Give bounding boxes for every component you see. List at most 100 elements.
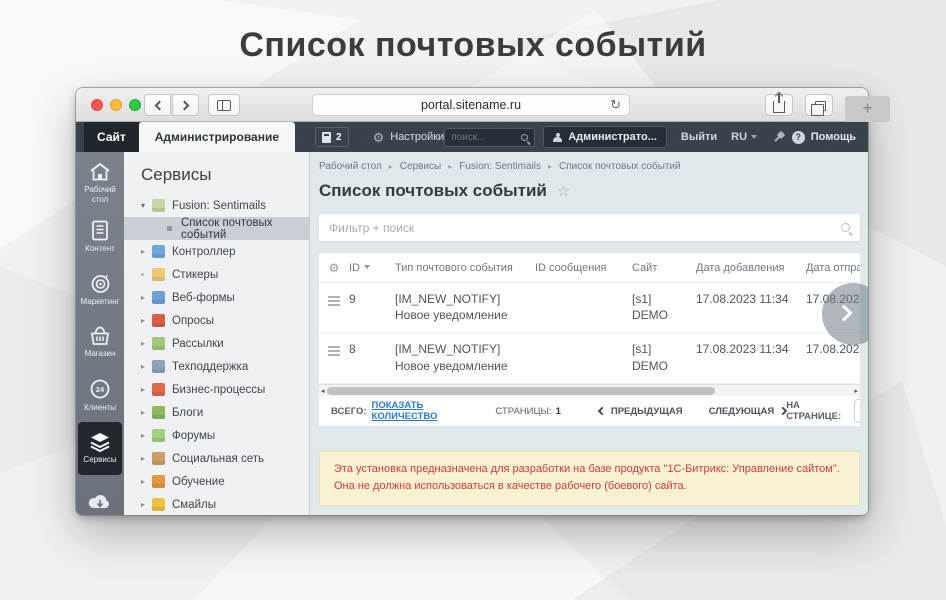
collapse-arrow-icon[interactable]: ▸ <box>141 362 152 371</box>
cell-id: 8 <box>349 341 395 357</box>
screenshot-headline: Список почтовых событий <box>0 26 946 65</box>
notifications-button[interactable]: 2 <box>315 127 349 147</box>
filter-search-input[interactable] <box>329 221 841 235</box>
column-header-message-id[interactable]: ID сообщения <box>535 262 632 274</box>
settings-button[interactable]: ⚙ Настройки <box>373 131 445 144</box>
collapse-arrow-icon[interactable]: ▸ <box>141 247 152 256</box>
browser-tabs-button[interactable] <box>805 94 833 116</box>
rail-item-marketing[interactable]: Маркетинг <box>78 263 122 316</box>
column-header-id[interactable]: ID <box>349 262 395 274</box>
horizontal-scrollbar[interactable]: ◂ ▸ <box>319 384 860 396</box>
rail-item-desktop[interactable]: Рабочий стол <box>78 157 122 210</box>
cell-site: [s1]DEMO <box>632 341 696 373</box>
bizproc-icon <box>152 383 165 396</box>
menu-item-stickers[interactable]: ▪ Стикеры <box>124 263 309 286</box>
filter-search-box[interactable] <box>319 214 860 241</box>
rail-item-label: Сервисы <box>83 455 116 465</box>
rail-item-label: Рабочий стол <box>78 185 122 204</box>
collapse-arrow-icon[interactable]: ▸ <box>141 477 152 486</box>
tab-site[interactable]: Сайт <box>84 122 139 152</box>
reload-icon[interactable]: ↻ <box>610 97 621 113</box>
cell-type: [IM_NEW_NOTIFY] Новое уведомление <box>395 291 535 323</box>
support-icon <box>152 360 165 373</box>
menu-item-smiles[interactable]: ▸ Смайлы <box>124 493 309 515</box>
browser-sidebar-button[interactable] <box>208 94 240 116</box>
menu-item-webforms[interactable]: ▸ Веб-формы <box>124 286 309 309</box>
show-count-link[interactable]: ПОКАЗАТЬ КОЛИЧЕСТВО <box>372 400 438 422</box>
scroll-left-icon[interactable]: ◂ <box>321 387 325 395</box>
per-page-select[interactable]: 20 <box>854 399 860 423</box>
menu-title: Сервисы <box>124 152 309 194</box>
rail-item-marketplace[interactable] <box>78 475 122 515</box>
pin-icon[interactable] <box>773 131 776 143</box>
collapse-arrow-icon[interactable]: ▸ <box>141 316 152 325</box>
logout-button[interactable]: Выйти <box>681 131 717 143</box>
collapse-arrow-icon[interactable]: ▸ <box>141 431 152 440</box>
breadcrumb-link[interactable]: Список почтовых событий <box>559 161 681 172</box>
scrollbar-thumb[interactable] <box>327 387 715 395</box>
admin-search-input[interactable] <box>451 132 521 143</box>
events-table: ⚙ ID Тип почтового события ID сообщения … <box>319 253 860 426</box>
menu-item-controller[interactable]: ▸ Контроллер <box>124 240 309 263</box>
row-menu-icon[interactable] <box>328 296 340 308</box>
rail-item-shop[interactable]: Магазин <box>78 316 122 369</box>
menu-item-support[interactable]: ▸ Техподдержка <box>124 355 309 378</box>
menu-item-learning[interactable]: ▸ Обучение <box>124 470 309 493</box>
language-selector[interactable]: RU <box>731 131 757 143</box>
collapse-arrow-icon[interactable]: ▸ <box>141 500 152 509</box>
address-bar[interactable]: portal.sitename.ru ↻ <box>312 94 630 116</box>
tab-administration[interactable]: Администрирование <box>139 122 295 152</box>
rail-item-label: Клиенты <box>84 403 116 413</box>
browser-share-button[interactable] <box>765 94 793 116</box>
forum-icon <box>152 429 165 442</box>
breadcrumb-link[interactable]: Сервисы <box>400 161 441 172</box>
breadcrumb-link[interactable]: Fusion: Sentimails <box>459 161 541 172</box>
chevron-right-icon <box>179 100 189 110</box>
page-title-row: Список почтовых событий ☆ <box>319 181 860 201</box>
rail-item-services[interactable]: Сервисы <box>78 422 122 475</box>
favorite-star-icon[interactable]: ☆ <box>557 182 570 200</box>
collapse-arrow-icon[interactable]: ▸ <box>141 385 152 394</box>
browser-back-button[interactable] <box>144 94 171 116</box>
zoom-window-button[interactable] <box>129 99 141 111</box>
row-menu-icon[interactable] <box>328 346 340 358</box>
menu-item-polls[interactable]: ▸ Опросы <box>124 309 309 332</box>
next-page-button[interactable]: СЛЕДУЮЩАЯ <box>709 406 787 417</box>
user-menu-button[interactable]: Администрато... <box>543 126 667 148</box>
table-row[interactable]: 8 [IM_NEW_NOTIFY] Новое уведомление [s1]… <box>319 333 860 383</box>
column-header-site[interactable]: Сайт <box>632 262 696 274</box>
menu-item-bizproc[interactable]: ▸ Бизнес-процессы <box>124 378 309 401</box>
menu-item-label: Список почтовых событий <box>181 217 309 241</box>
menu-item-blogs[interactable]: ▸ Блоги <box>124 401 309 424</box>
close-window-button[interactable] <box>91 99 103 111</box>
column-header-date-sent[interactable]: Дата отправки <box>806 262 860 274</box>
rail-item-clients[interactable]: 24 Клиенты <box>78 369 122 422</box>
menu-item-social[interactable]: ▸ Социальная сеть <box>124 447 309 470</box>
rail-item-content[interactable]: Контент <box>78 210 122 263</box>
column-header-date-added[interactable]: Дата добавления <box>696 262 806 274</box>
admin-search-box[interactable] <box>444 128 535 147</box>
scroll-right-icon[interactable]: ▸ <box>854 387 858 395</box>
collapse-arrow-icon[interactable]: ▸ <box>141 454 152 463</box>
browser-forward-button[interactable] <box>172 94 199 116</box>
menu-item-mail-events-list[interactable]: Список почтовых событий <box>124 217 309 240</box>
collapse-arrow-icon[interactable]: ▸ <box>141 408 152 417</box>
new-tab-button[interactable]: + <box>845 96 890 122</box>
column-header-type[interactable]: Тип почтового события <box>395 262 535 274</box>
home-icon <box>89 162 111 182</box>
minimize-window-button[interactable] <box>110 99 122 111</box>
grid-settings-icon[interactable]: ⚙ <box>329 262 340 274</box>
menu-item-newsletters[interactable]: ▸ Рассылки <box>124 332 309 355</box>
webform-icon <box>152 291 165 304</box>
menu-item-fusion-sentimails[interactable]: ▾ Fusion: Sentimails <box>124 194 309 217</box>
menu-item-label: Рассылки <box>172 338 224 350</box>
expand-arrow-icon[interactable]: ▾ <box>141 201 152 210</box>
breadcrumb-link[interactable]: Рабочий стол <box>319 161 382 172</box>
collapse-arrow-icon[interactable]: ▸ <box>141 339 152 348</box>
help-button[interactable]: ? Помощь <box>792 131 856 144</box>
prev-page-button[interactable]: ПРЕДЫДУЩАЯ <box>599 406 683 417</box>
menu-item-forums[interactable]: ▸ Форумы <box>124 424 309 447</box>
table-row[interactable]: 9 [IM_NEW_NOTIFY] Новое уведомление [s1]… <box>319 283 860 333</box>
collapse-arrow-icon[interactable]: ▸ <box>141 293 152 302</box>
pages-value: 1 <box>556 406 561 417</box>
